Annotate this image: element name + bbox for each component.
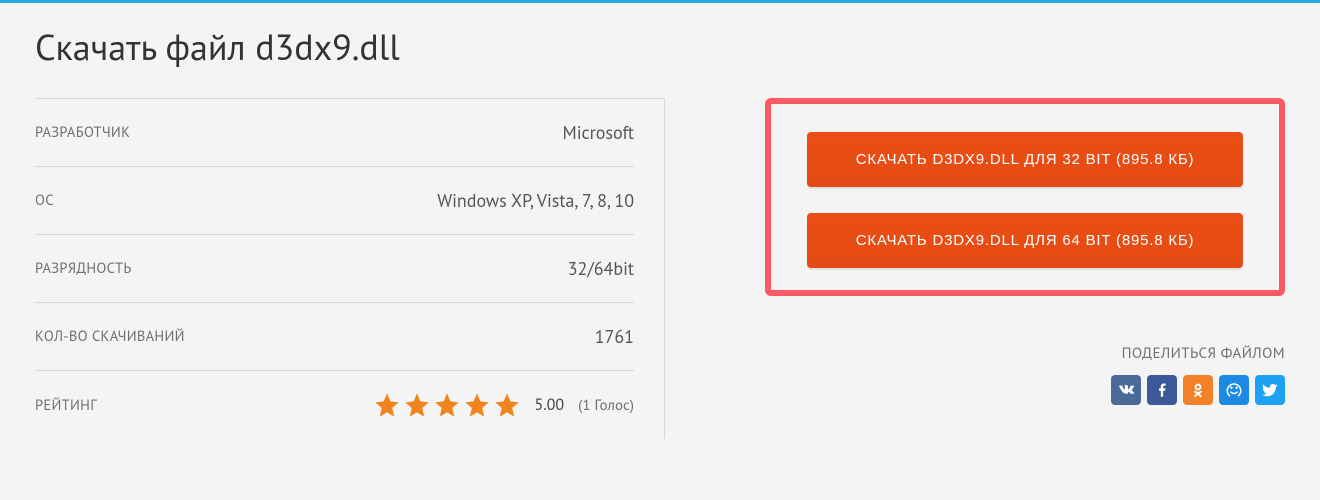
label-arch: РАЗРЯДНОСТЬ xyxy=(35,259,132,278)
label-developer: РАЗРАБОТЧИК xyxy=(35,123,130,142)
value-os: Windows XP, Vista, 7, 8, 10 xyxy=(437,189,634,212)
download-32bit-button[interactable]: СКАЧАТЬ D3DX9.DLL ДЛЯ 32 BIT (895.8 КБ) xyxy=(807,132,1243,187)
download-64bit-button[interactable]: СКАЧАТЬ D3DX9.DLL ДЛЯ 64 BIT (895.8 КБ) xyxy=(807,213,1243,268)
rating-stars[interactable] xyxy=(373,391,521,419)
value-downloads: 1761 xyxy=(595,325,634,348)
star-icon[interactable] xyxy=(403,391,431,419)
label-os: ОС xyxy=(35,191,54,210)
rating-votes: (1 Голос) xyxy=(578,396,634,415)
share-moimir-icon[interactable] xyxy=(1219,375,1249,405)
share-title: ПОДЕЛИТЬСЯ ФАЙЛОМ xyxy=(765,344,1285,363)
value-developer: Microsoft xyxy=(562,121,634,144)
share-fb-icon[interactable] xyxy=(1147,375,1177,405)
row-os: ОС Windows XP, Vista, 7, 8, 10 xyxy=(35,167,634,235)
row-arch: РАЗРЯДНОСТЬ 32/64bit xyxy=(35,235,634,303)
star-icon[interactable] xyxy=(493,391,521,419)
download-box: СКАЧАТЬ D3DX9.DLL ДЛЯ 32 BIT (895.8 КБ) … xyxy=(765,98,1285,296)
rating-score: 5.00 xyxy=(535,395,565,415)
share-icons xyxy=(765,375,1285,405)
page-title: Скачать файл d3dx9.dll xyxy=(35,23,1285,70)
star-icon[interactable] xyxy=(373,391,401,419)
value-arch: 32/64bit xyxy=(568,257,634,280)
row-rating: РЕЙТИНГ 5.00 (1 Голос) xyxy=(35,371,634,439)
star-icon[interactable] xyxy=(463,391,491,419)
share-ok-icon[interactable] xyxy=(1183,375,1213,405)
row-downloads: КОЛ-ВО СКАЧИВАНИЙ 1761 xyxy=(35,303,634,371)
star-icon[interactable] xyxy=(433,391,461,419)
share-vk-icon[interactable] xyxy=(1111,375,1141,405)
file-info-panel: РАЗРАБОТЧИК Microsoft ОС Windows XP, Vis… xyxy=(35,98,665,439)
share-tw-icon[interactable] xyxy=(1255,375,1285,405)
row-developer: РАЗРАБОТЧИК Microsoft xyxy=(35,99,634,167)
share-block: ПОДЕЛИТЬСЯ ФАЙЛОМ xyxy=(765,344,1285,405)
label-rating: РЕЙТИНГ xyxy=(35,396,97,415)
label-downloads: КОЛ-ВО СКАЧИВАНИЙ xyxy=(35,327,185,346)
